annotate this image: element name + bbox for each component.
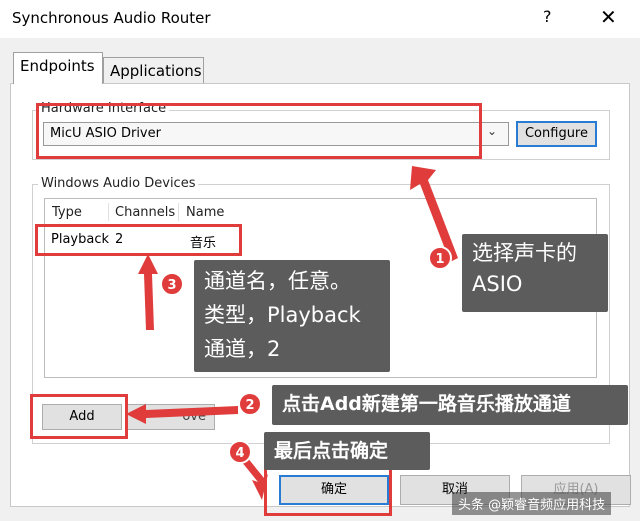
chevron-down-icon[interactable]: ⌄ — [487, 124, 497, 138]
badge-1: 1 — [428, 246, 452, 270]
badge-4: 4 — [228, 440, 252, 464]
remove-button[interactable]: ove — [125, 404, 215, 430]
highlight-hardware — [36, 103, 482, 159]
highlight-row — [35, 224, 242, 256]
badge-3: 3 — [160, 272, 184, 296]
callout-2: 点击Add新建第一路音乐播放通道 — [272, 385, 628, 425]
callout-1-line2: ASIO — [472, 272, 523, 296]
callout-1: 选择声卡的 ASIO — [462, 234, 608, 312]
callout-3: 通道名，任意。 类型，Playback 通道，2 — [194, 260, 390, 372]
tab-applications[interactable]: Applications — [103, 57, 204, 83]
badge-2: 2 — [238, 392, 262, 416]
column-divider — [178, 203, 179, 221]
column-divider — [108, 203, 109, 221]
window-title: Synchronous Audio Router — [12, 9, 211, 27]
watermark: 头条 @颖睿音频应用科技 — [452, 492, 612, 515]
tab-endpoints[interactable]: Endpoints — [13, 52, 103, 84]
callout-3-line3: 通道，2 — [204, 337, 281, 361]
callout-4: 最后点击确定 — [264, 432, 430, 470]
callout-1-line1: 选择声卡的 — [472, 241, 577, 265]
callout-3-line1: 通道名，任意。 — [204, 269, 351, 293]
configure-button[interactable]: Configure — [516, 121, 597, 147]
devices-group-title: Windows Audio Devices — [38, 176, 199, 191]
callout-3-line2: 类型，Playback — [204, 303, 361, 327]
column-name[interactable]: Name — [186, 205, 224, 220]
column-channels[interactable]: Channels — [115, 205, 175, 220]
close-button[interactable]: ✕ — [600, 5, 617, 29]
highlight-ok — [264, 466, 392, 516]
help-button[interactable]: ? — [543, 7, 552, 26]
column-type[interactable]: Type — [52, 205, 82, 220]
highlight-add — [30, 394, 128, 439]
